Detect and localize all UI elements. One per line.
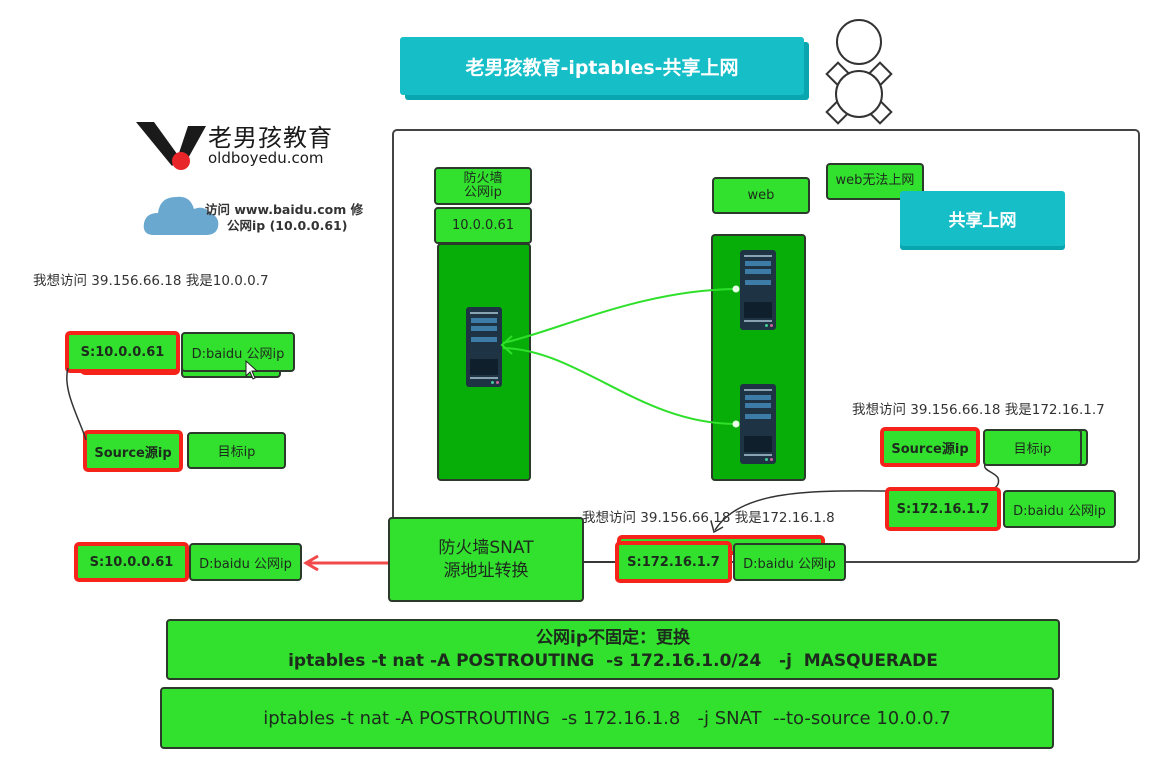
snat-command: iptables -t nat -A POSTROUTING -s 172.16… xyxy=(263,707,951,729)
snat-in-note: 我想访问 39.156.66.18 我是172.16.1.8 xyxy=(582,510,835,526)
web1-link xyxy=(502,288,737,344)
right-legend-src: Source源ip xyxy=(880,427,980,467)
right-note: 我想访问 39.156.66.18 我是172.16.1.7 xyxy=(852,402,1105,418)
right-packet-src: S:172.16.1.7 xyxy=(885,487,1001,531)
snat-box: 防火墙SNAT 源地址转换 xyxy=(388,517,584,602)
snat-label-line2: 源地址转换 xyxy=(443,560,529,581)
snat-command-box: iptables -t nat -A POSTROUTING -s 172.16… xyxy=(160,687,1054,749)
web2-link xyxy=(502,347,737,425)
snat-in-src: S:172.16.1.7 xyxy=(615,541,732,583)
masquerade-command-box: 公网ip不固定：更换 iptables -t nat -A POSTROUTIN… xyxy=(166,619,1060,680)
right-packet-dst: D:baidu 公网ip xyxy=(1003,490,1116,528)
masquerade-command: iptables -t nat -A POSTROUTING -s 172.16… xyxy=(288,650,938,671)
snat-in-dst: D:baidu 公网ip xyxy=(733,543,846,581)
right-legend-dst: 目标ip xyxy=(983,429,1082,466)
web2-link-dot xyxy=(732,420,740,428)
snat-out-dst: D:baidu 公网ip xyxy=(189,543,302,581)
link-arrowhead xyxy=(500,335,513,355)
web1-link-dot xyxy=(732,285,740,293)
snat-out-src: S:10.0.0.61 xyxy=(74,542,189,582)
masquerade-title: 公网ip不固定：更换 xyxy=(536,627,690,648)
right-legend-link xyxy=(983,462,1000,490)
snat-label-line1: 防火墙SNAT xyxy=(438,537,534,558)
left-legend-link xyxy=(66,367,87,441)
